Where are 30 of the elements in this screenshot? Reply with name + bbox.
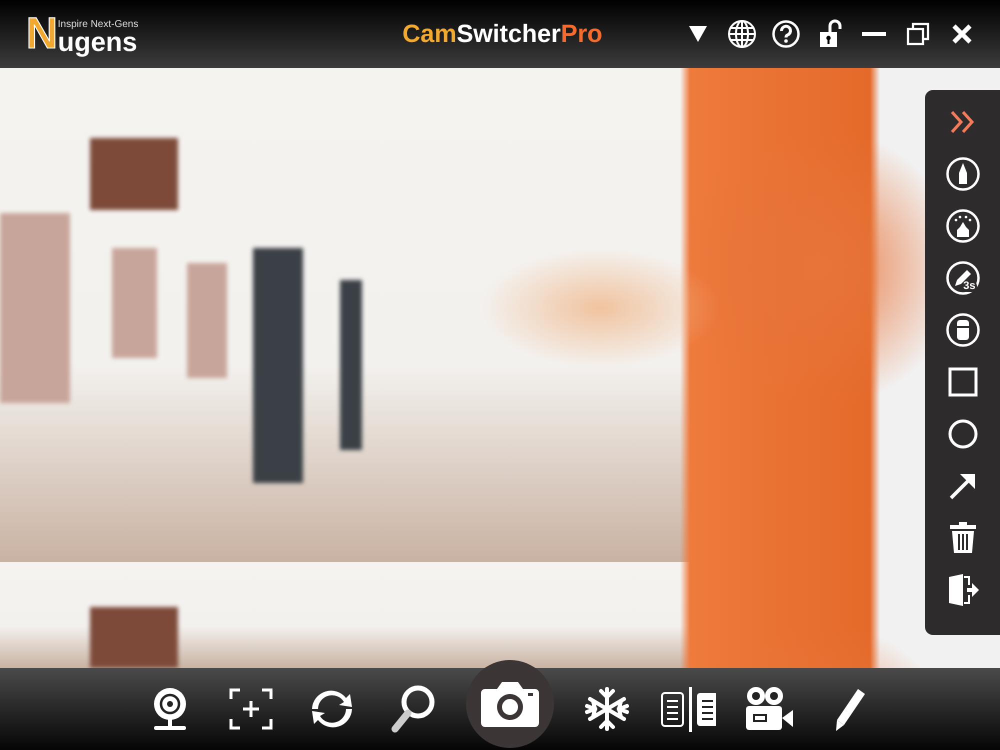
app-title: CamSwitcherPro (402, 20, 602, 48)
language-button[interactable] (726, 18, 758, 50)
highlighter-icon (946, 209, 980, 243)
logo-tagline: Inspire Next-Gens (58, 19, 138, 30)
square-icon (948, 367, 978, 397)
close-icon (951, 23, 973, 45)
logo-mark: N (26, 12, 56, 56)
timer-label: 3s (962, 281, 976, 292)
restore-icon (906, 22, 930, 46)
trash-icon (948, 522, 976, 554)
search-icon (390, 684, 436, 734)
camera-icon (481, 681, 539, 727)
timed-pen-tool-button[interactable]: 3s (942, 260, 982, 296)
eraser-icon (946, 313, 980, 347)
globe-icon (727, 19, 757, 49)
pencil-icon (946, 261, 980, 295)
split-pages-icon (660, 686, 716, 732)
double-chevron-icon (948, 110, 976, 134)
marker-icon (946, 157, 980, 191)
help-button[interactable] (770, 18, 802, 50)
unlocked-padlock-icon (818, 19, 842, 49)
minimize-icon (861, 30, 887, 38)
arrow-icon (948, 471, 978, 501)
snowflake-icon (584, 686, 630, 732)
video-camera-icon (744, 686, 794, 732)
door-exit-icon (946, 573, 978, 607)
triangle-icon (688, 25, 708, 43)
help-icon (771, 19, 801, 49)
crop-plus-icon (229, 688, 273, 730)
circle-icon (948, 419, 978, 449)
